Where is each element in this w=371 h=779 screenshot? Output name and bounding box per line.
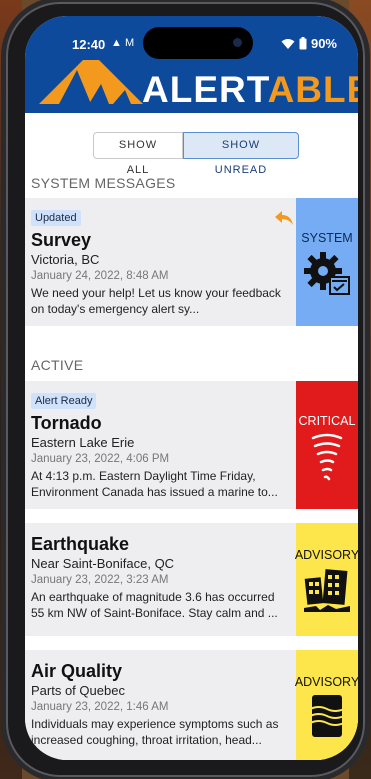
alert-title: Air Quality [31,661,123,681]
alert-message: We need your help! Let us know your feed… [31,286,281,316]
alert-card-tornado[interactable]: Alert Ready Tornado Eastern Lake Erie Ja… [25,381,358,509]
logo-wordmark: ALERTABLE [142,71,358,108]
alert-location: Parts of Quebec [31,683,125,698]
severity-label: ADVISORY [294,675,358,689]
status-badge: Alert Ready [31,393,97,409]
status-badge: Updated [31,210,81,226]
alert-message: Individuals may experience symptoms such… [31,717,279,747]
battery-icon [299,37,307,50]
severity-label: SYSTEM [301,231,353,245]
severity-label: ADVISORY [294,548,358,562]
alert-title: Survey [31,230,92,250]
severity-tag-critical: CRITICAL [296,381,358,509]
filter-toggle: SHOW ALL SHOW UNREAD [93,132,299,176]
app-screen: 12:40 ▲ M 90% ALERTABLE [25,16,358,760]
alert-date: January 23, 2022, 1:46 AM [31,701,169,713]
earthquake-icon [304,569,350,612]
alert-card-body: Earthquake Near Saint-Boniface, QC Janua… [31,533,291,621]
severity-tag-advisory: ADVISORY [294,650,358,760]
camera-lens [233,38,242,47]
alert-location: Near Saint-Boniface, QC [31,556,175,571]
tornado-icon [311,433,343,481]
battery-percent: 90% [310,36,337,51]
alert-location: Victoria, BC [31,252,100,267]
wifi-icon [281,39,295,49]
status-indicators: ▲ M [111,37,135,49]
severity-tag-system: SYSTEM [296,198,358,326]
alert-date: January 23, 2022, 4:06 PM [31,453,170,465]
phone-frame: 12:40 ▲ M 90% ALERTABLE [6,2,365,777]
reply-arrow-icon[interactable] [274,210,294,226]
severity-label: CRITICAL [298,414,356,428]
alert-date: January 23, 2022, 3:23 AM [31,574,169,586]
severity-tag-advisory: ADVISORY [294,523,358,636]
alert-card-air-quality[interactable]: Air Quality Parts of Quebec January 23, … [25,650,358,760]
air-quality-icon [309,695,345,737]
alert-message: An earthquake of magnitude 3.6 has occur… [31,590,278,620]
alert-card-body: Air Quality Parts of Quebec January 23, … [31,660,291,748]
alert-message: At 4:13 p.m. Eastern Daylight Time Frida… [31,469,278,499]
alert-date: January 24, 2022, 8:48 AM [31,270,169,282]
alert-card-body: Alert Ready Tornado Eastern Lake Erie Ja… [31,391,291,500]
show-all-button[interactable]: SHOW ALL [93,132,183,176]
show-unread-button[interactable]: SHOW UNREAD [183,132,299,176]
app-header: 12:40 ▲ M 90% ALERTABLE [25,16,358,113]
alert-card-body: Updated Survey Victoria, BC January 24, … [31,208,291,317]
alertable-logo-icon [39,60,143,104]
section-active: ACTIVE [31,357,84,373]
alert-card-survey[interactable]: Updated Survey Victoria, BC January 24, … [25,198,358,326]
alert-card-earthquake[interactable]: Earthquake Near Saint-Boniface, QC Janua… [25,523,358,636]
status-right: 90% [281,36,337,51]
status-time: 12:40 [72,37,106,52]
alert-title: Earthquake [31,534,130,554]
logo-able-text: ABLE [267,69,358,110]
alert-location: Eastern Lake Erie [31,435,135,450]
logo-alert-text: ALERT [142,69,268,110]
gear-icon [304,252,350,295]
section-system-messages: SYSTEM MESSAGES [31,175,176,191]
alert-title: Tornado [31,413,102,433]
